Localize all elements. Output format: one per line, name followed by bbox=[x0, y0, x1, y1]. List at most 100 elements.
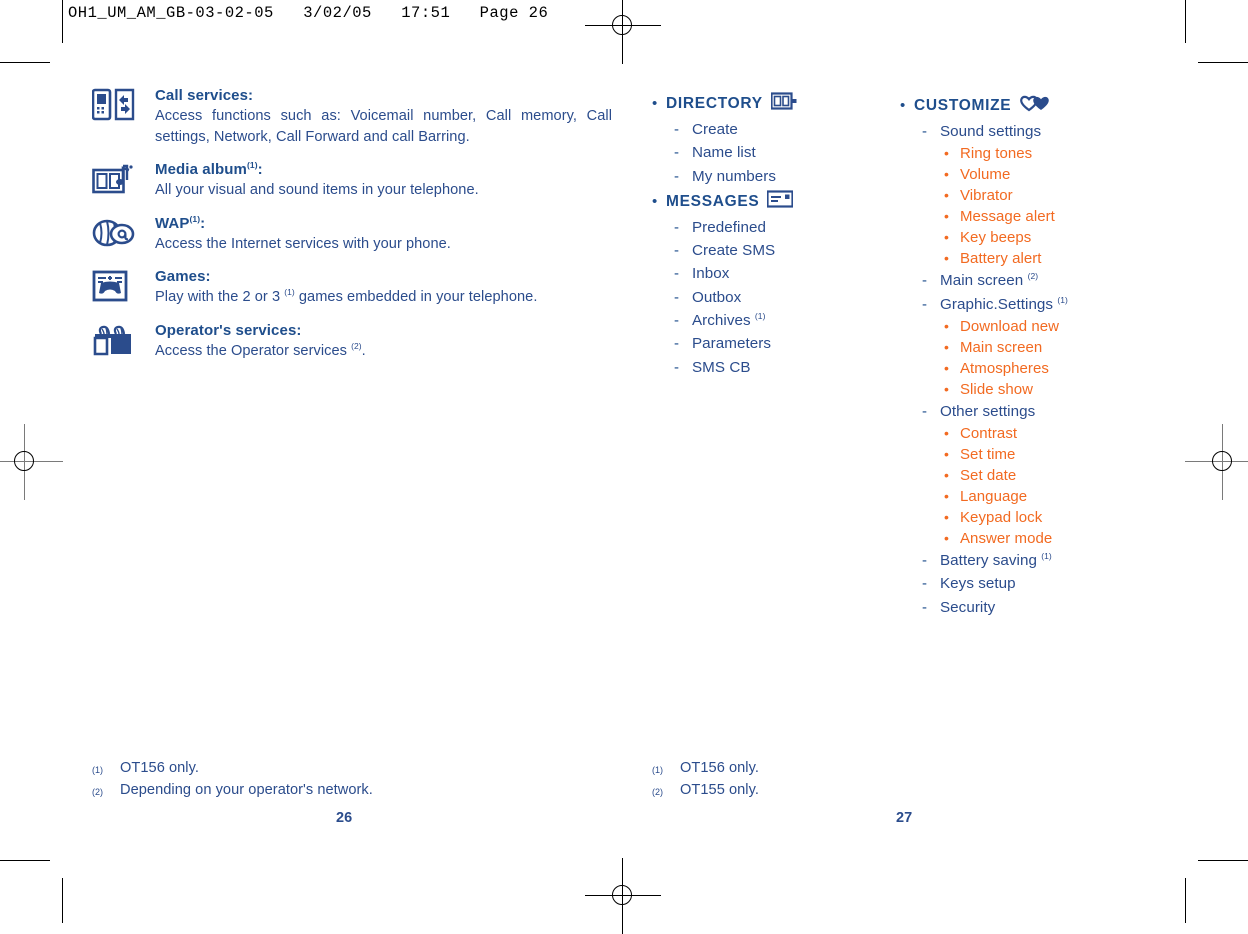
menu-item-label: Inbox bbox=[692, 265, 730, 283]
menu-section-directory[interactable]: • DIRECTORY bbox=[652, 92, 867, 116]
menu-item-archives[interactable]: - Archives (1) bbox=[652, 309, 867, 332]
menu-item-inbox[interactable]: - Inbox bbox=[652, 262, 867, 285]
menu-item-label: Sound settings bbox=[940, 123, 1042, 140]
menu-subitem-label: Vibrator bbox=[960, 187, 1013, 205]
menu-section-customize[interactable]: • CUSTOMIZE bbox=[900, 94, 1130, 118]
bullet-icon: • bbox=[944, 187, 949, 204]
menu-item-label: SMS CB bbox=[692, 358, 751, 376]
menu-subitem-label: Slide show bbox=[960, 380, 1034, 398]
menu-subitem-set-date[interactable]: • Set date bbox=[900, 465, 1130, 486]
dash-marker: - bbox=[674, 121, 679, 138]
menu-subitem-key-beeps[interactable]: • Key beeps bbox=[900, 227, 1130, 248]
dash-marker: - bbox=[922, 552, 927, 570]
menu-item-label: Archives (1) bbox=[692, 311, 766, 330]
bullet-icon: • bbox=[944, 446, 949, 463]
menu-subitem-message-alert[interactable]: • Message alert bbox=[900, 206, 1130, 227]
menu-item-label: Keys setup bbox=[940, 575, 1016, 593]
feature-description: Access the Operator services (2). bbox=[155, 340, 366, 359]
menu-item-label: Parameters bbox=[692, 335, 771, 353]
menu-subitem-keypad-lock[interactable]: • Keypad lock bbox=[900, 507, 1130, 528]
menu-subitem-ring-tones[interactable]: • Ring tones bbox=[900, 143, 1130, 164]
menu-tree-middle-column: • DIRECTORY - Create - Name list - My nu… bbox=[652, 92, 867, 379]
menu-item-label: Other settings bbox=[940, 402, 1036, 420]
crop-mark-top-right-horizontal bbox=[1198, 62, 1248, 63]
footnote-marker: (1) bbox=[652, 765, 663, 775]
menu-subitem-answer-mode[interactable]: • Answer mode bbox=[900, 528, 1130, 549]
menu-item-other-settings[interactable]: - Other settings bbox=[900, 400, 1130, 423]
menu-subitem-label: Keypad lock bbox=[960, 509, 1043, 527]
feature-title: Games: bbox=[155, 268, 211, 285]
wap-globe-icon bbox=[92, 216, 136, 250]
footnote-marker: (2) bbox=[652, 787, 663, 797]
feature-title: Media album(1): bbox=[155, 160, 263, 178]
menu-subitem-language[interactable]: • Language bbox=[900, 486, 1130, 507]
menu-item-label: Create bbox=[692, 121, 738, 138]
registration-mark-right bbox=[1185, 424, 1248, 500]
menu-item-main-screen[interactable]: - Main screen (2) bbox=[900, 269, 1130, 292]
feature-title: Operator's services: bbox=[155, 321, 302, 339]
menu-subitem-set-time[interactable]: • Set time bbox=[900, 444, 1130, 465]
footnote-row: (1) OT156 only. bbox=[652, 758, 972, 780]
menu-item-predefined[interactable]: - Predefined bbox=[652, 216, 867, 239]
footnote-ref: (1) bbox=[189, 213, 201, 224]
feature-media-album: Media album(1): All your visual and soun… bbox=[92, 160, 612, 201]
footnote-ref: (1) bbox=[284, 287, 295, 298]
feature-operator-services: Operator's services: Access the Operator… bbox=[92, 321, 612, 362]
menu-subitem-vibrator[interactable]: • Vibrator bbox=[900, 185, 1130, 206]
menu-section-messages[interactable]: • MESSAGES bbox=[652, 190, 867, 214]
menu-item-label: Predefined bbox=[692, 218, 766, 236]
dash-marker: - bbox=[674, 312, 679, 330]
menu-item-security[interactable]: - Security bbox=[900, 596, 1130, 619]
menu-subitem-contrast[interactable]: • Contrast bbox=[900, 423, 1130, 444]
menu-subitem-main-screen[interactable]: • Main screen bbox=[900, 337, 1130, 358]
menu-subitem-label: Main screen bbox=[960, 338, 1043, 356]
menu-subitem-download-new[interactable]: • Download new bbox=[900, 316, 1130, 337]
bullet-icon: • bbox=[944, 317, 949, 334]
footnote-row: (1) OT156 only. bbox=[92, 758, 522, 780]
menu-tree-right-column: • CUSTOMIZE - Sound settings • Ring tone… bbox=[900, 94, 1130, 619]
menu-item-create-sms[interactable]: - Create SMS bbox=[652, 239, 867, 262]
menu-item-graphic-settings[interactable]: - Graphic.Settings (1) bbox=[900, 293, 1130, 316]
menu-item-name-list[interactable]: - Name list bbox=[652, 141, 867, 164]
bullet-icon: • bbox=[944, 530, 949, 547]
games-icon bbox=[92, 269, 136, 303]
menu-item-label: Name list bbox=[692, 144, 756, 162]
dash-marker: - bbox=[922, 598, 927, 616]
bullet-icon: • bbox=[944, 145, 949, 162]
registration-mark-bottom bbox=[585, 858, 661, 934]
feature-description: Access functions such as: Voicemail numb… bbox=[155, 108, 612, 145]
menu-subitem-label: Message alert bbox=[960, 208, 1055, 226]
menu-subitem-slide-show[interactable]: • Slide show bbox=[900, 379, 1130, 400]
menu-item-create[interactable]: - Create bbox=[652, 118, 867, 141]
menu-subitem-atmospheres[interactable]: • Atmospheres bbox=[900, 358, 1130, 379]
bullet-icon: • bbox=[944, 166, 949, 183]
menu-subitem-label: Battery alert bbox=[960, 250, 1042, 268]
menu-item-my-numbers[interactable]: - My numbers bbox=[652, 165, 867, 188]
menu-subitem-battery-alert[interactable]: • Battery alert bbox=[900, 248, 1130, 269]
footnote-text: Depending on your operator's network. bbox=[120, 782, 373, 798]
menu-item-sound-settings[interactable]: - Sound settings bbox=[900, 120, 1130, 143]
feature-call-services: Call services: Access functions such as:… bbox=[91, 86, 612, 147]
dash-marker: - bbox=[922, 575, 927, 593]
menu-item-outbox[interactable]: - Outbox bbox=[652, 286, 867, 309]
footnote-ref: (2) bbox=[351, 340, 362, 351]
bullet-icon: • bbox=[652, 95, 658, 112]
crop-mark-bottom-right-vertical bbox=[1185, 878, 1186, 923]
print-job-slug: OH1_UM_AM_GB-03-02-05 3/02/05 17:51 Page… bbox=[68, 4, 549, 22]
menu-subitem-label: Language bbox=[960, 488, 1028, 506]
menu-subitem-label: Download new bbox=[960, 317, 1059, 335]
feature-description: Access the Internet services with your p… bbox=[155, 235, 451, 252]
menu-item-label: Outbox bbox=[692, 288, 742, 306]
bullet-icon: • bbox=[652, 192, 658, 210]
bullet-icon: • bbox=[944, 208, 949, 225]
footnote-ref: (1) bbox=[754, 311, 766, 322]
menu-item-battery-saving[interactable]: - Battery saving (1) bbox=[900, 549, 1130, 572]
menu-item-keys-setup[interactable]: - Keys setup bbox=[900, 572, 1130, 595]
menu-item-label: My numbers bbox=[692, 167, 777, 185]
bullet-icon: • bbox=[944, 229, 949, 246]
menu-item-sms-cb[interactable]: - SMS CB bbox=[652, 356, 867, 379]
menu-section-title: CUSTOMIZE bbox=[914, 97, 1012, 114]
menu-subitem-volume[interactable]: • Volume bbox=[900, 164, 1130, 185]
bullet-icon: • bbox=[944, 467, 949, 484]
menu-item-parameters[interactable]: - Parameters bbox=[652, 332, 867, 355]
